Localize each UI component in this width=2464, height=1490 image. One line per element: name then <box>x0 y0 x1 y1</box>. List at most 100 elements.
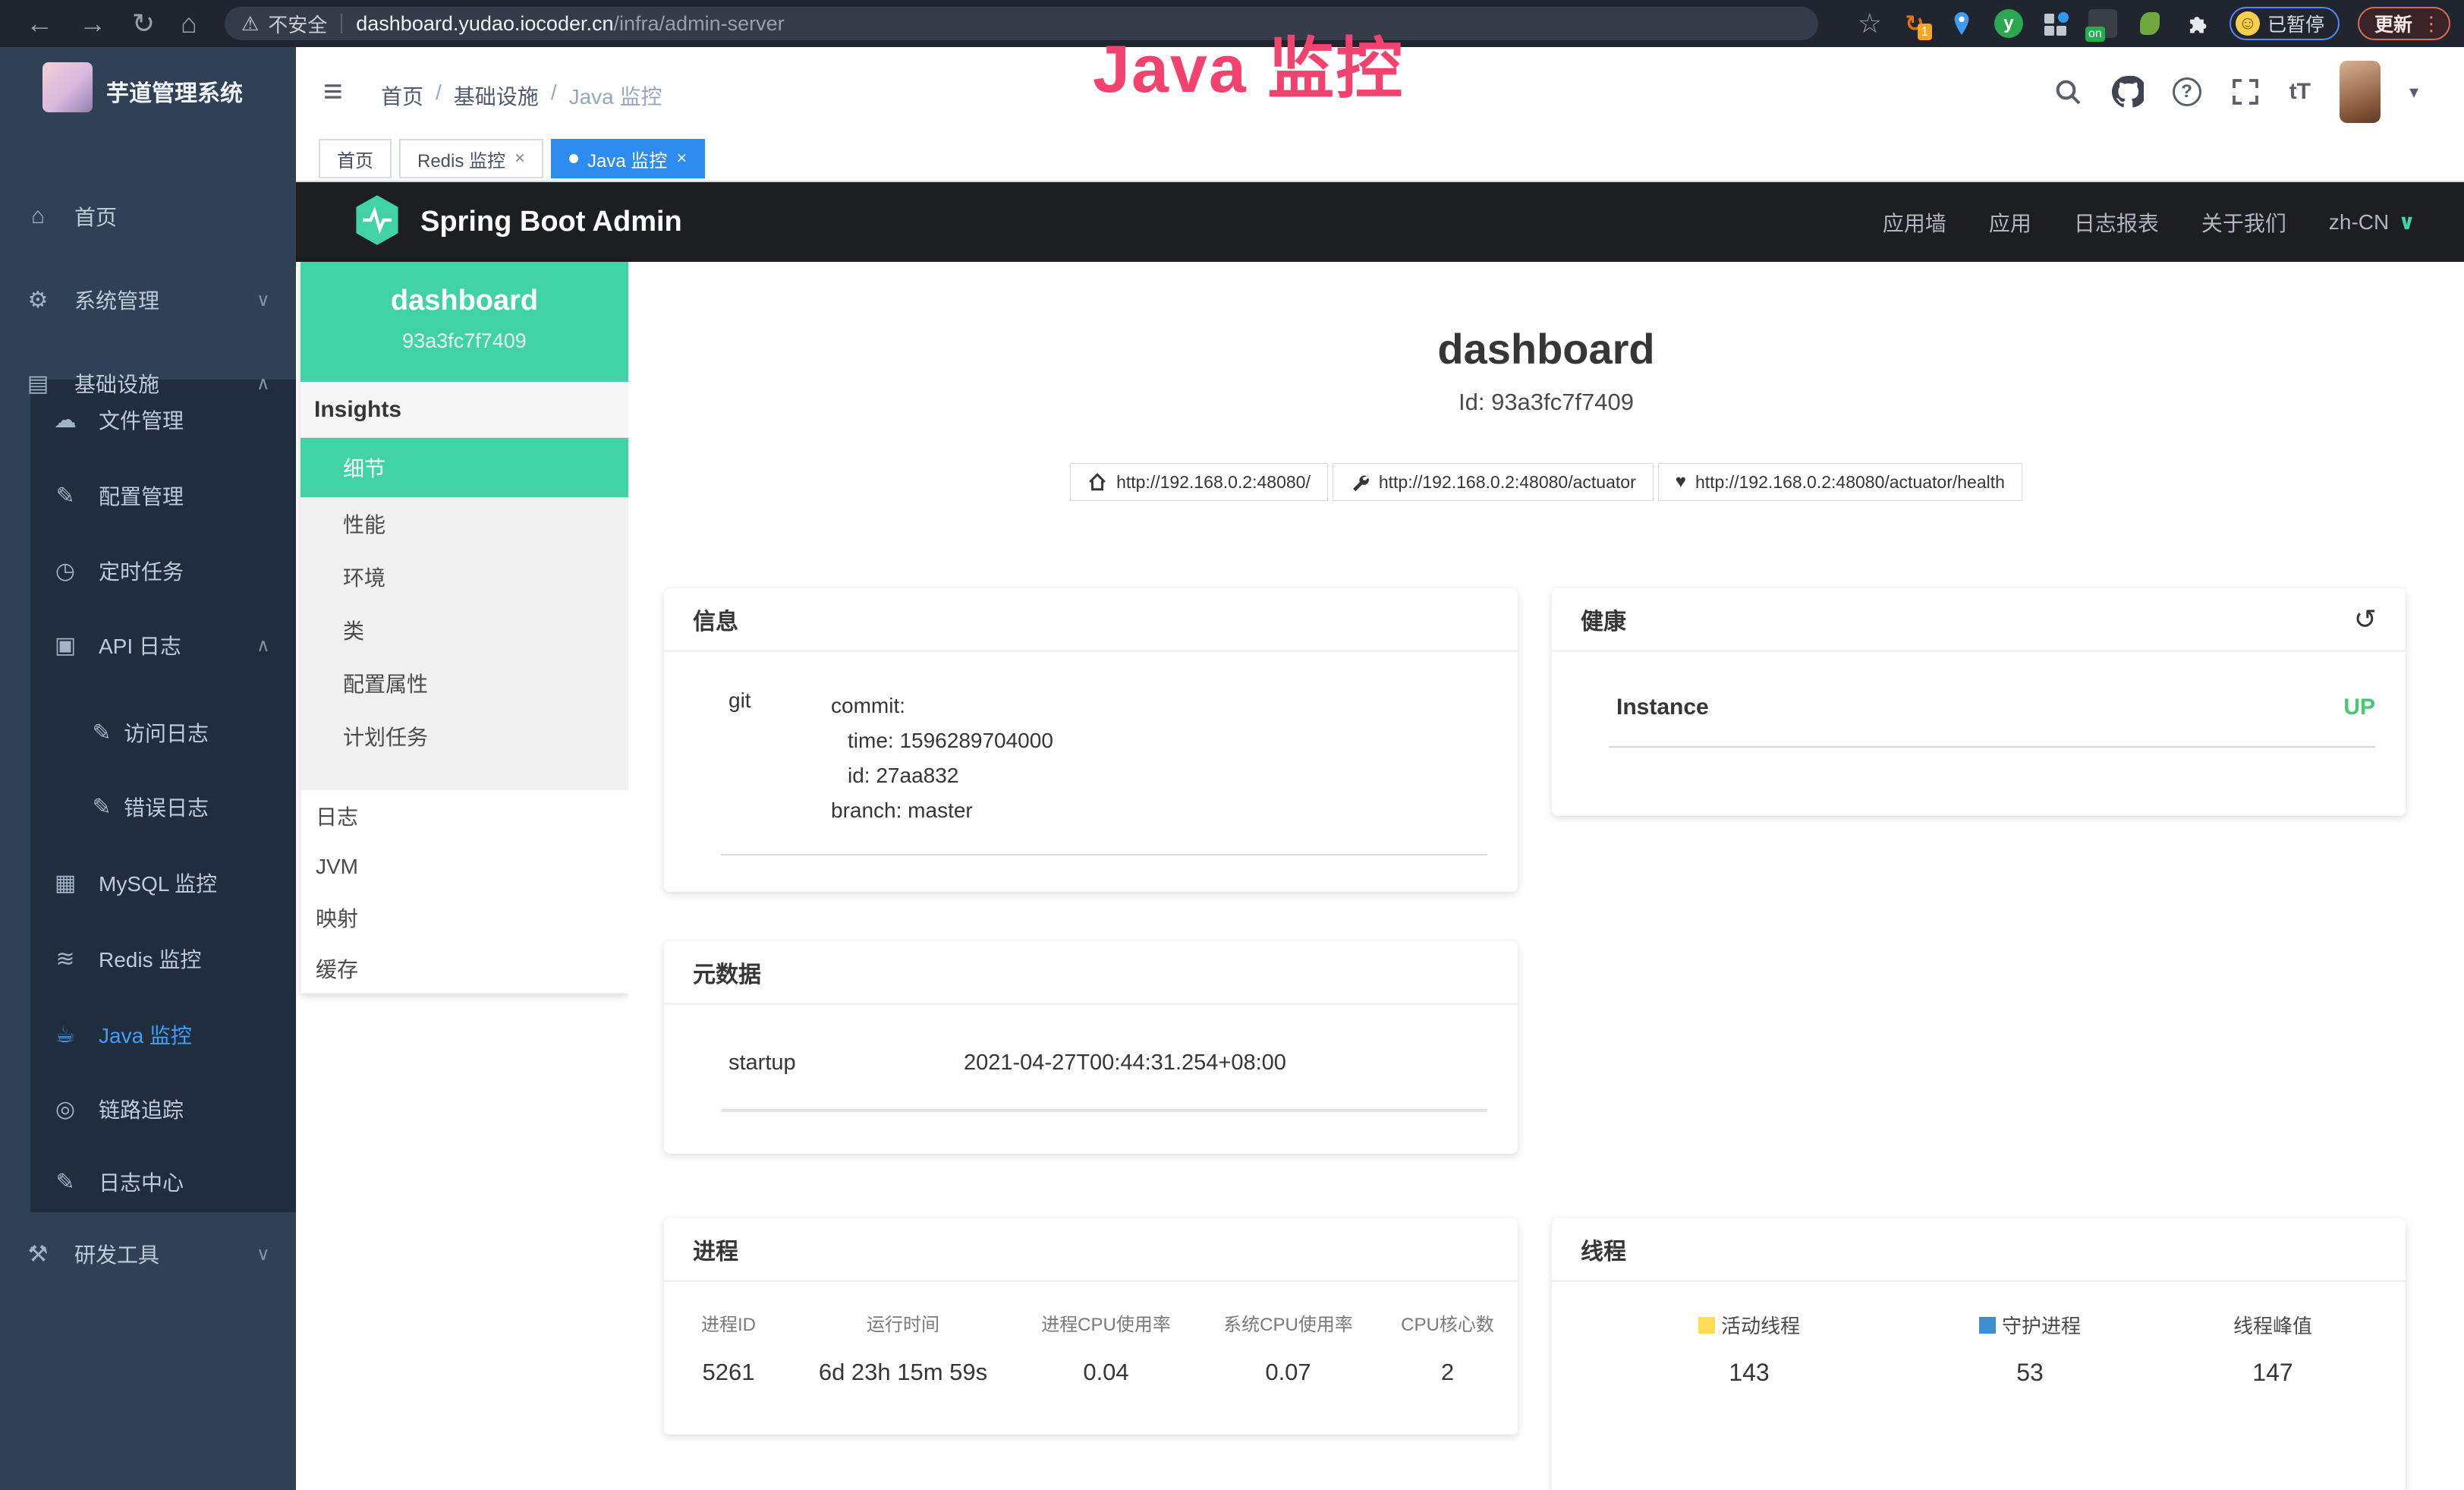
sba-menu-details[interactable]: 细节 <box>301 438 628 497</box>
legend-daemon-threads: 守护进程 <box>2002 1311 2081 1339</box>
github-icon[interactable] <box>2112 76 2144 108</box>
home-icon[interactable]: ⌂ <box>181 0 197 47</box>
sidebar-item-label: 研发工具 <box>74 1239 159 1269</box>
sidebar-item-home[interactable]: ⌂ 首页 <box>0 178 296 254</box>
process-value-pid: 5261 <box>664 1359 793 1386</box>
health-url: http://192.168.0.2:48080/actuator/health <box>1695 472 2005 493</box>
tab-java[interactable]: Java 监控 × <box>551 139 705 178</box>
help-icon[interactable]: ? <box>2173 77 2201 106</box>
browser-actions: ☆ ↻ 1 y on ☺ 已暂停 更新 <box>1858 0 2450 47</box>
sidebar-item-log-center[interactable]: ✎ 日志中心 <box>0 1144 296 1220</box>
grid-extension-icon[interactable] <box>2041 9 2070 38</box>
sidebar-item-tracing[interactable]: ◎ 链路追踪 <box>0 1071 296 1147</box>
address-bar[interactable]: ⚠ 不安全 dashboard.yudao.iocoder.cn/infra/a… <box>225 7 1818 40</box>
sba-nav-journal[interactable]: 日志报表 <box>2074 207 2159 238</box>
close-icon[interactable]: × <box>515 148 525 169</box>
page-annotation: Java 监控 <box>1093 15 1404 112</box>
url-path: /infra/admin-server <box>614 12 785 36</box>
health-instance-label[interactable]: Instance <box>1616 695 1709 720</box>
service-url-chip[interactable]: http://192.168.0.2:48080/ <box>1070 463 1328 501</box>
profile-paused-chip[interactable]: ☺ 已暂停 <box>2230 7 2340 40</box>
metadata-value: 2021-04-27T00:44:31.254+08:00 <box>964 1051 1286 1076</box>
database-icon: ▦ <box>49 870 82 896</box>
sidebar-item-jobs[interactable]: ◷ 定时任务 <box>0 533 296 609</box>
toolbox-icon: ⚒ <box>21 1241 55 1268</box>
leaf-extension-icon[interactable] <box>2135 9 2164 38</box>
sba-header: Spring Boot Admin 应用墙 应用 日志报表 关于我们 zh-CN… <box>296 182 2464 262</box>
edit-icon: ✎ <box>85 794 118 821</box>
clock-icon: ◷ <box>49 558 82 584</box>
endpoint-chips: http://192.168.0.2:48080/ http://192.168… <box>628 463 2464 501</box>
sidebar-item-label: MySQL 监控 <box>99 868 217 898</box>
sba-menu-mappings[interactable]: 映射 <box>301 892 628 943</box>
sidebar-item-java[interactable]: ☕ Java 监控 <box>0 997 296 1073</box>
sba-root-menu: 日志 JVM 映射 缓存 <box>301 790 628 994</box>
sidebar-item-label: 错误日志 <box>124 792 209 822</box>
sidebar-item-config[interactable]: ✎ 配置管理 <box>0 458 296 534</box>
sba-nav-about[interactable]: 关于我们 <box>2201 207 2286 238</box>
on-extension-icon[interactable]: on <box>2088 9 2117 38</box>
sba-menu-logs[interactable]: 日志 <box>301 790 628 841</box>
sba-instance-header[interactable]: dashboard 93a3fc7f7409 <box>301 262 628 382</box>
fullscreen-icon[interactable] <box>2230 77 2261 107</box>
update-label: 更新 <box>2374 10 2412 37</box>
tab-home[interactable]: 首页 <box>319 139 392 178</box>
process-header-cores: CPU核心数 <box>1377 1309 1518 1336</box>
y-extension-icon[interactable]: y <box>1994 9 2023 38</box>
divider <box>721 854 1487 855</box>
sidebar-item-files[interactable]: ☁ 文件管理 <box>0 382 296 458</box>
app-logo-row[interactable]: 芋道管理系统 <box>0 47 296 128</box>
close-icon[interactable]: × <box>676 148 687 169</box>
health-status-badge: UP <box>2343 695 2375 720</box>
sba-menu-classes[interactable]: 类 <box>301 603 628 657</box>
sba-nav-wallboard[interactable]: 应用墙 <box>1883 207 1946 238</box>
sidebar-item-error-log[interactable]: ✎ 错误日志 <box>0 769 296 845</box>
tab-label: 首页 <box>337 146 373 172</box>
sba-nav-applications[interactable]: 应用 <box>1989 207 2031 238</box>
sidebar-item-mysql[interactable]: ▦ MySQL 监控 <box>0 845 296 921</box>
sba-menu-config-props[interactable]: 配置属性 <box>301 657 628 710</box>
search-icon[interactable] <box>2053 77 2083 107</box>
tab-redis[interactable]: Redis 监控 × <box>399 139 543 178</box>
puzzle-extensions-icon[interactable] <box>2182 9 2211 38</box>
reload-icon[interactable]: ↻ <box>132 0 155 47</box>
sidebar-item-label: 链路追踪 <box>99 1094 184 1124</box>
breadcrumb-infra[interactable]: 基础设施 <box>454 80 539 111</box>
sidebar-item-label: Java 监控 <box>99 1019 192 1050</box>
sba-menu-environment[interactable]: 环境 <box>301 550 628 603</box>
history-icon[interactable]: ↺ <box>2354 603 2377 635</box>
log-icon: ▣ <box>49 632 82 659</box>
avatar-caret-icon[interactable]: ▾ <box>2409 81 2418 103</box>
actuator-url: http://192.168.0.2:48080/actuator <box>1379 472 1636 493</box>
sba-menu-jvm[interactable]: JVM <box>301 841 628 892</box>
breadcrumb-home[interactable]: 首页 <box>381 80 423 111</box>
extension-badge: 1 <box>1918 24 1932 40</box>
sba-menu-metrics[interactable]: 性能 <box>301 497 628 550</box>
info-card: 信息 git commit: time: 1596289704000 id: 2… <box>664 588 1518 892</box>
sba-menu-scheduled-tasks[interactable]: 计划任务 <box>301 710 628 763</box>
sync-extension-icon[interactable]: ↻ 1 <box>1900 9 1929 38</box>
sidebar-item-label: Redis 监控 <box>99 943 201 974</box>
sba-menu-caches[interactable]: 缓存 <box>301 943 628 994</box>
back-icon[interactable]: ← <box>26 0 53 47</box>
collapse-menu-icon[interactable]: ≡ <box>323 73 343 111</box>
sidebar-item-redis[interactable]: ≋ Redis 监控 <box>0 921 296 997</box>
user-avatar[interactable] <box>2340 61 2381 123</box>
process-value-uptime: 6d 23h 15m 59s <box>793 1359 1013 1386</box>
actuator-url-chip[interactable]: http://192.168.0.2:48080/actuator <box>1333 463 1654 501</box>
health-card-title: 健康 <box>1581 603 1626 636</box>
sba-locale-select[interactable]: zh-CN ∨ <box>2329 209 2415 235</box>
forward-icon[interactable]: → <box>79 0 106 47</box>
sidebar-item-system[interactable]: ⚙ 系统管理 ∨ <box>0 262 296 338</box>
bookmark-star-icon[interactable]: ☆ <box>1858 0 1882 47</box>
sidebar-item-dev-tools[interactable]: ⚒ 研发工具 ∨ <box>0 1216 296 1292</box>
browser-menu-icon[interactable]: ⋮ <box>2422 12 2441 36</box>
pin-extension-icon[interactable] <box>1947 9 1976 38</box>
health-url-chip[interactable]: ♥ http://192.168.0.2:48080/actuator/heal… <box>1658 463 2022 501</box>
metadata-card: 元数据 startup 2021-04-27T00:44:31.254+08:0… <box>664 941 1518 1154</box>
sidebar-item-access-log[interactable]: ✎ 访问日志 <box>0 695 296 770</box>
sidebar-item-api-log[interactable]: ▣ API 日志 ∧ <box>0 607 296 683</box>
chrome-update-button[interactable]: 更新 ⋮ <box>2358 7 2450 40</box>
sidebar-item-label: API 日志 <box>99 630 181 660</box>
font-size-icon[interactable]: tT <box>2289 79 2311 105</box>
